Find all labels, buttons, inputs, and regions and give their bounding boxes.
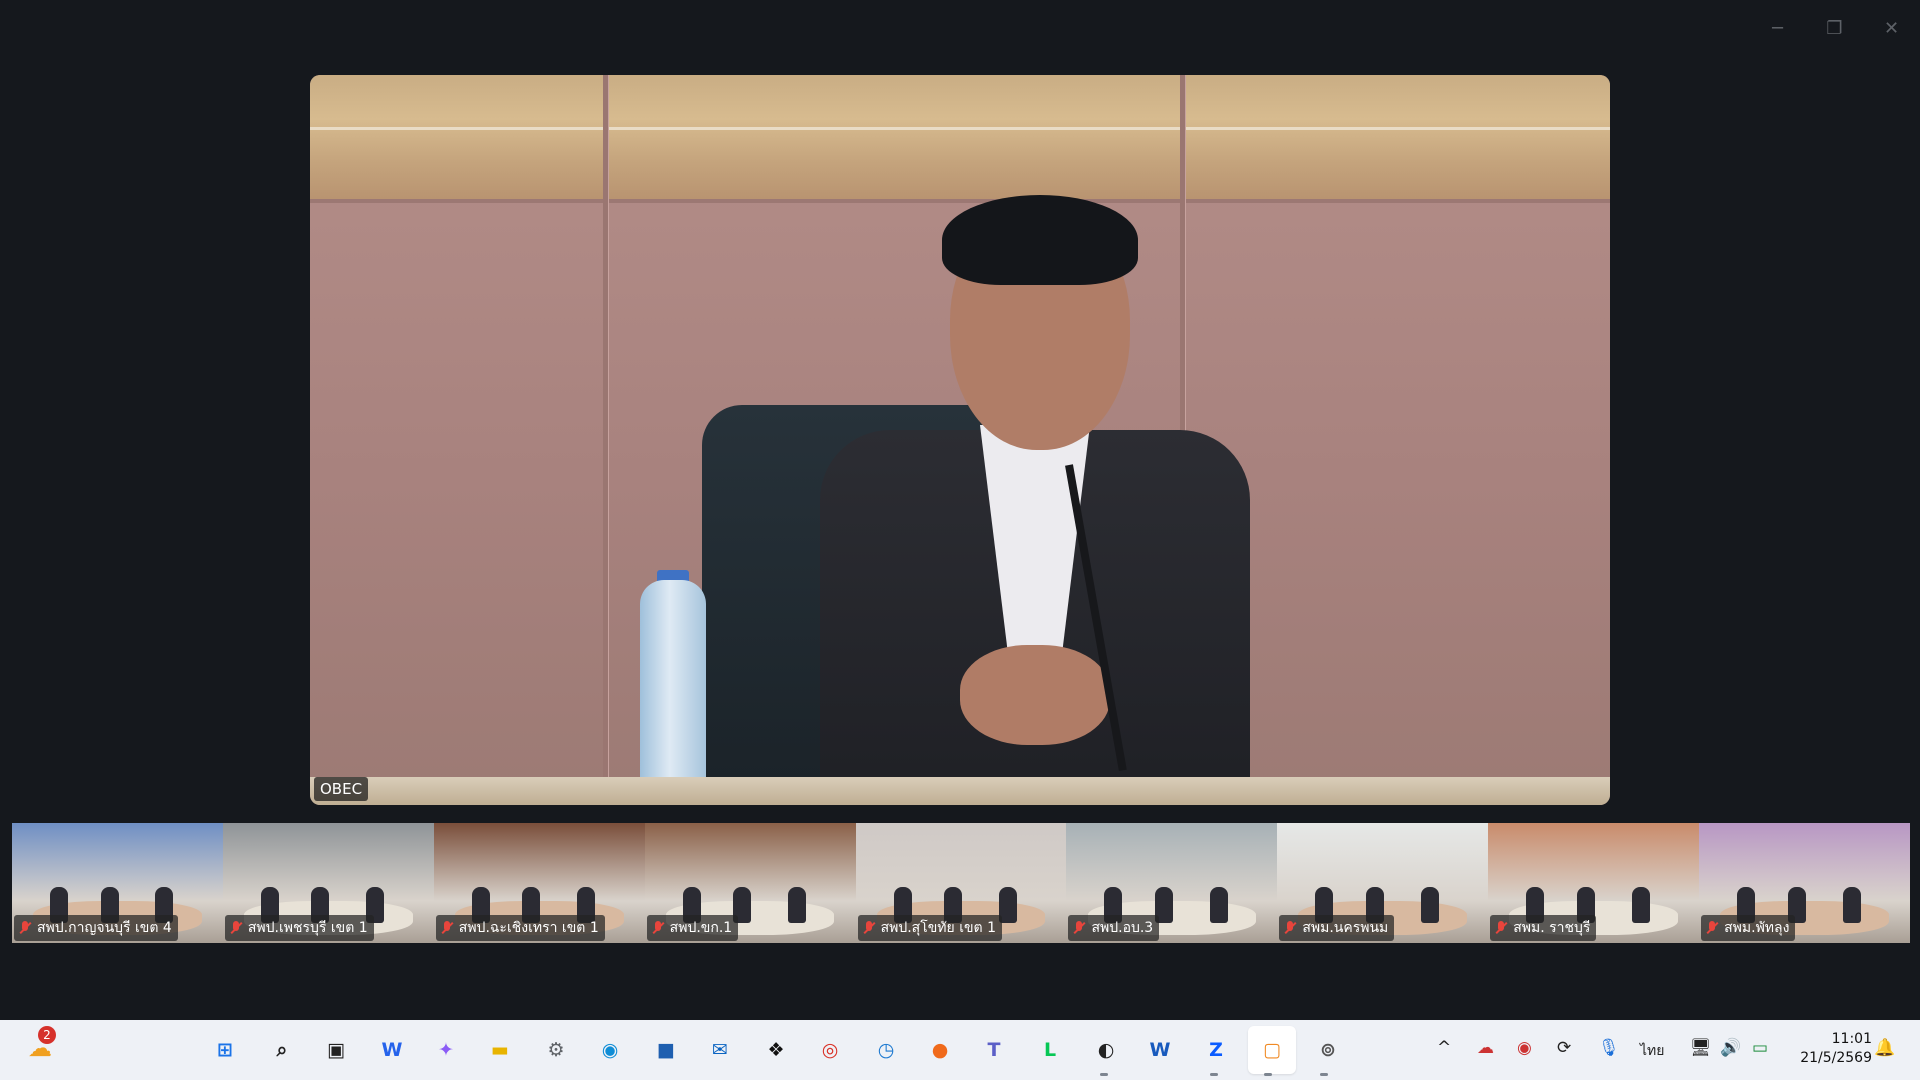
participant-name-label: สพม. ราชบุรี <box>1490 915 1597 941</box>
running-app-indicator <box>1100 1073 1108 1076</box>
participant-tile[interactable]: สพป.ขก.1 <box>644 823 856 943</box>
presenter-icon[interactable]: ▢ <box>1256 1034 1288 1066</box>
settings-icon[interactable]: ⚙ <box>540 1034 572 1066</box>
taskbar-clock[interactable]: 11:01 21/5/2569 <box>1800 1030 1872 1068</box>
zoom-icon[interactable]: Z <box>1200 1034 1232 1066</box>
video-speaker-hair <box>942 195 1138 285</box>
participant-name-tag: OBEC <box>314 777 369 801</box>
tile-person <box>1209 887 1228 923</box>
video-ceiling <box>310 75 1610 201</box>
video-wall-line <box>603 75 608 805</box>
restore-button[interactable]: ❐ <box>1806 0 1863 56</box>
participant-tile[interactable]: สพป.อบ.3 <box>1066 823 1278 943</box>
muted-microphone-icon <box>228 920 244 936</box>
search-icon[interactable]: ⌕ <box>266 1034 298 1066</box>
file-explorer-icon[interactable]: ▬ <box>484 1034 516 1066</box>
running-app-indicator <box>1210 1073 1218 1076</box>
participant-name: สพป.กาญจนบุรี เขต 4 <box>37 920 172 936</box>
running-app-indicator <box>1264 1073 1272 1076</box>
chrome-icon[interactable]: ◎ <box>814 1034 846 1066</box>
participant-name: สพป.ขก.1 <box>669 920 733 936</box>
participant-name: สพม.นครพนม <box>1302 920 1389 936</box>
muted-microphone-icon <box>1704 920 1720 936</box>
participant-tile[interactable]: สพม.พัทลุง <box>1699 823 1911 943</box>
participant-name-label: สพม.พัทลุง <box>1701 915 1796 941</box>
running-app-indicator <box>1320 1073 1328 1076</box>
edge-icon[interactable]: ◉ <box>594 1034 626 1066</box>
tile-person <box>1631 887 1650 923</box>
participant-name: สพม.พัทลุง <box>1724 920 1790 936</box>
video-ceiling-line <box>310 127 1610 130</box>
start-icon[interactable]: ⊞ <box>209 1034 241 1066</box>
muted-microphone-icon <box>1282 920 1298 936</box>
clock-app-icon[interactable]: ◷ <box>870 1034 902 1066</box>
participant-tile[interactable]: สพป.เพชรบุรี เขต 1 <box>222 823 434 943</box>
participant-gallery: สพป.กาญจนบุรี เขต 4 สพป.เพชรบุรี เขต 1 สพป… <box>12 823 1911 943</box>
participant-tile[interactable]: สพม. ราชบุรี <box>1488 823 1700 943</box>
notification-bell-icon[interactable]: 🔔 <box>1874 1038 1895 1058</box>
muted-microphone-icon <box>861 920 877 936</box>
firefox-icon[interactable]: ● <box>924 1034 956 1066</box>
tile-person <box>1842 887 1861 923</box>
participant-name: สพป.ฉะเชิงเทรา เขต 1 <box>458 920 599 936</box>
window-controls: ─ ❐ ✕ <box>1749 0 1920 56</box>
participant-tile[interactable]: สพม.นครพนม <box>1277 823 1489 943</box>
broadcast-icon[interactable]: ⊚ <box>1312 1034 1344 1066</box>
video-wall-line <box>310 199 1610 203</box>
widgets-icon[interactable]: W <box>376 1034 408 1066</box>
tile-person <box>788 887 807 923</box>
participant-name-label: สพป.เพชรบุรี เขต 1 <box>224 915 374 941</box>
close-button[interactable]: ✕ <box>1863 0 1920 56</box>
task-view-icon[interactable]: ▣ <box>320 1034 352 1066</box>
tray-microphone-icon[interactable]: 🎙 <box>1598 1038 1620 1058</box>
minimize-button[interactable]: ─ <box>1749 0 1806 56</box>
clock-date: 21/5/2569 <box>1800 1050 1872 1066</box>
notification-badge: 2 <box>38 1026 56 1044</box>
tray-cloud-error-icon[interactable]: ☁ <box>1477 1038 1494 1058</box>
tray-sync-icon[interactable]: ⟳ <box>1557 1038 1571 1058</box>
copilot-icon[interactable]: ✦ <box>430 1034 462 1066</box>
line-icon[interactable]: L <box>1034 1034 1066 1066</box>
participant-tile[interactable]: สพป.ฉะเชิงเทรา เขต 1 <box>433 823 645 943</box>
tray-language-indicator[interactable]: ไทย <box>1640 1040 1664 1062</box>
participant-name-label: สพม.นครพนม <box>1279 915 1395 941</box>
tray-network-icon[interactable]: 🖥 <box>1690 1038 1712 1058</box>
obs-icon[interactable]: ◐ <box>1090 1034 1122 1066</box>
participant-name: สพป.อบ.3 <box>1091 920 1154 936</box>
muted-microphone-icon <box>1493 920 1509 936</box>
muted-microphone-icon <box>439 920 455 936</box>
participant-name-label: สพป.ขก.1 <box>646 915 739 941</box>
tray-battery-icon[interactable]: ▭ <box>1752 1038 1768 1058</box>
muted-microphone-icon <box>1071 920 1087 936</box>
outlook-icon[interactable]: ✉ <box>704 1034 736 1066</box>
participant-name: สพป.เพชรบุรี เขต 1 <box>247 920 368 936</box>
tray-record-icon[interactable]: ◉ <box>1517 1038 1532 1058</box>
participant-tile[interactable]: สพป.สุโขทัย เขต 1 <box>855 823 1067 943</box>
clock-time: 11:01 <box>1831 1031 1872 1047</box>
participant-name-label: สพป.กาญจนบุรี เขต 4 <box>14 915 178 941</box>
muted-microphone-icon <box>17 920 33 936</box>
video-desk <box>310 777 1610 805</box>
taskbar: ☁ 2 ⊞ ⌕ ▣ W ✦ ▬ ⚙ ◉ ■ ✉ ❖ ◎ ◷ ● T L ◐ W Z ▢ ⊚ ^ ☁ ◉ ⟳ 🎙 ไทย … <box>0 1020 1920 1080</box>
tray-volume-icon[interactable]: 🔊 <box>1720 1038 1741 1058</box>
store-icon[interactable]: ■ <box>650 1034 682 1066</box>
tile-person <box>1420 887 1439 923</box>
video-speaker-hands <box>960 645 1110 745</box>
participant-name: สพม. ราชบุรี <box>1513 920 1591 936</box>
participant-name-label: สพป.ฉะเชิงเทรา เขต 1 <box>435 915 605 941</box>
participant-name: สพป.สุโขทัย เขต 1 <box>880 920 996 936</box>
participant-tile[interactable]: สพป.กาญจนบุรี เขต 4 <box>12 823 223 943</box>
tray-overflow-chevron-icon[interactable]: ^ <box>1437 1038 1451 1058</box>
participant-name-label: สพป.อบ.3 <box>1068 915 1160 941</box>
dropbox-icon[interactable]: ❖ <box>760 1034 792 1066</box>
active-speaker-video[interactable]: OBEC <box>310 75 1610 805</box>
video-water-bottle <box>640 580 706 790</box>
teams-icon[interactable]: T <box>978 1034 1010 1066</box>
participant-name-label: สพป.สุโขทัย เขต 1 <box>857 915 1002 941</box>
word-icon[interactable]: W <box>1144 1034 1176 1066</box>
muted-microphone-icon <box>650 920 666 936</box>
